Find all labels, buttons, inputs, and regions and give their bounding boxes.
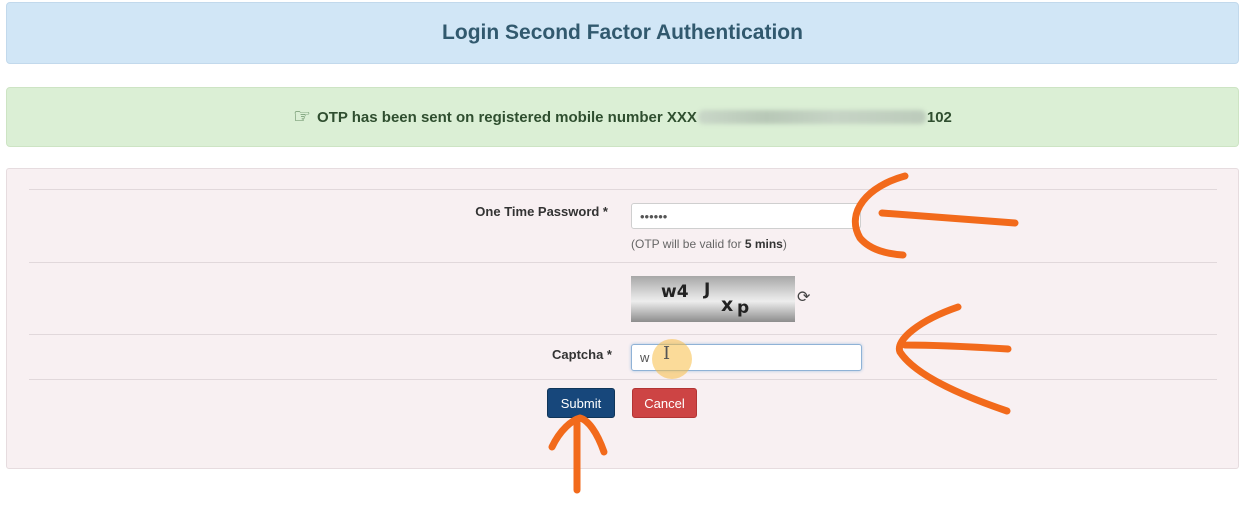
captcha-char: w4 <box>661 282 689 302</box>
refresh-icon[interactable]: ⟳ <box>797 287 810 307</box>
divider <box>29 379 1217 380</box>
captcha-image: w4 J x p <box>631 276 795 322</box>
submit-button[interactable]: Submit <box>547 388 615 418</box>
otp-label: One Time Password * <box>475 204 608 219</box>
captcha-input[interactable] <box>631 344 862 371</box>
captcha-label: Captcha * <box>552 347 612 362</box>
alert-text: OTP has been sent on registered mobile n… <box>317 108 697 126</box>
divider <box>29 334 1217 335</box>
page-header: Login Second Factor Authentication <box>6 2 1239 64</box>
otp-validity-hint: (OTP will be valid for 5 mins) <box>631 237 787 251</box>
divider <box>29 262 1217 263</box>
captcha-char: J <box>704 280 711 300</box>
hand-point-right-icon: ☞ <box>293 106 312 128</box>
captcha-char: x <box>721 294 734 316</box>
divider <box>29 189 1217 190</box>
masked-number <box>697 110 926 124</box>
otp-validity-duration: 5 mins <box>744 237 783 251</box>
otp-sent-alert: ☞ OTP has been sent on registered mobile… <box>6 87 1239 147</box>
auth-form-panel: One Time Password * (OTP will be valid f… <box>6 168 1239 469</box>
cancel-button[interactable]: Cancel <box>632 388 697 418</box>
otp-input[interactable] <box>631 203 861 229</box>
captcha-char: p <box>737 298 750 318</box>
alert-text-suffix: 102 <box>926 108 952 126</box>
page-title: Login Second Factor Authentication <box>442 21 803 44</box>
